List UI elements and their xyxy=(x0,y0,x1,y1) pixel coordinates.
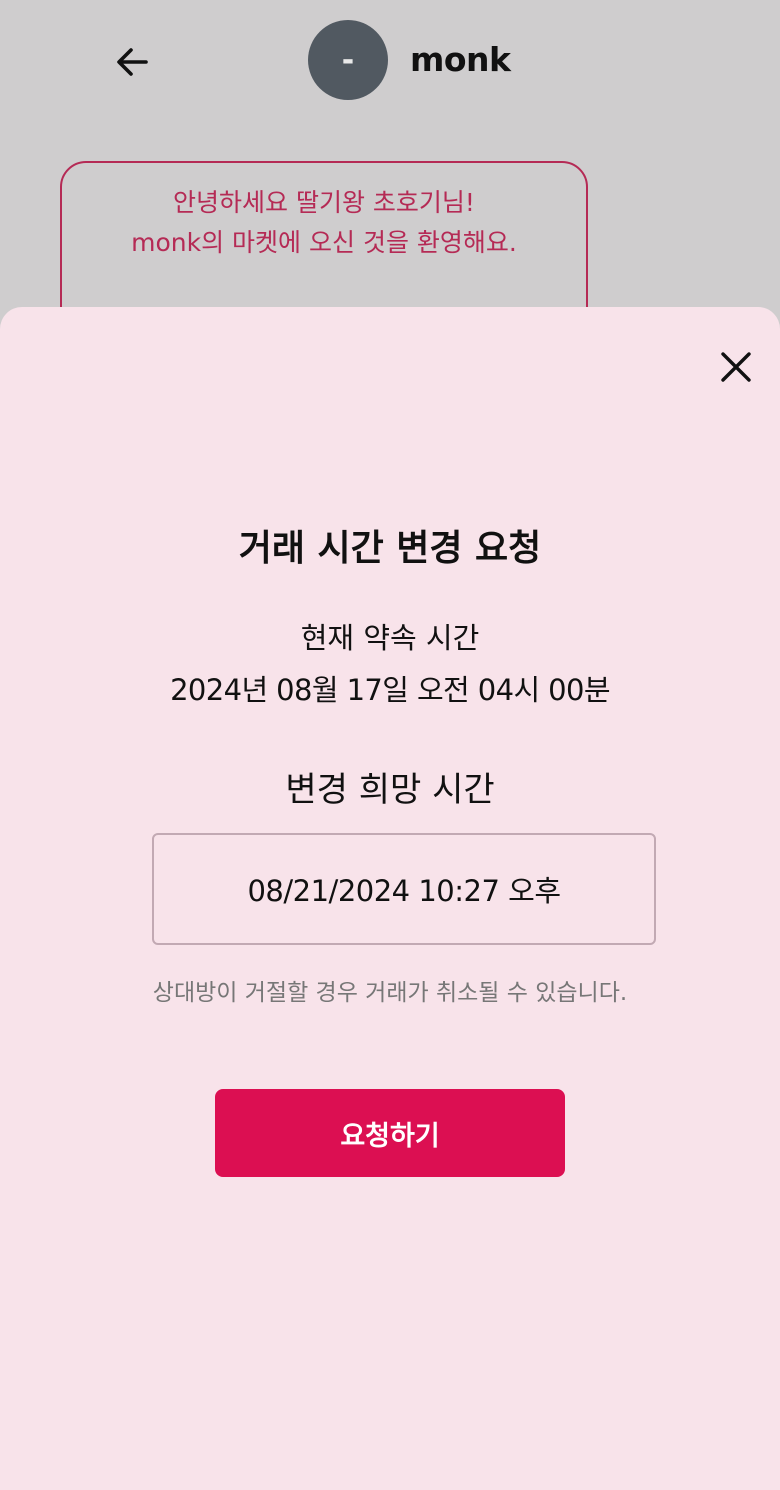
welcome-line-2: monk의 마켓에 오신 것을 환영해요. xyxy=(131,228,517,257)
back-button[interactable] xyxy=(108,38,156,86)
avatar[interactable]: - xyxy=(308,20,388,100)
close-icon xyxy=(721,352,751,382)
submit-request-label: 요청하기 xyxy=(340,1120,440,1152)
username: monk xyxy=(410,40,511,79)
current-time-value: 2024년 08월 17일 오전 04시 00분 xyxy=(170,673,610,707)
change-time-sheet: 거래 시간 변경 요청 현재 약속 시간 2024년 08월 17일 오전 04… xyxy=(0,307,780,1490)
datetime-input[interactable]: 08/21/2024 10:27 오후 xyxy=(152,833,656,945)
arrow-left-icon xyxy=(117,48,148,76)
welcome-line-1: 안녕하세요 딸기왕 초호기님! xyxy=(173,188,475,217)
modal-title: 거래 시간 변경 요청 xyxy=(238,528,542,569)
cancel-notice: 상대방이 거절할 경우 거래가 취소될 수 있습니다. xyxy=(152,980,628,1006)
desired-time-label: 변경 희망 시간 xyxy=(285,770,495,810)
submit-request-button[interactable]: 요청하기 xyxy=(215,1089,565,1177)
datetime-value: 08/21/2024 10:27 오후 xyxy=(247,874,561,908)
current-time-label: 현재 약속 시간 xyxy=(300,621,480,655)
close-button[interactable] xyxy=(712,343,760,391)
chat-header: - monk xyxy=(0,0,780,120)
